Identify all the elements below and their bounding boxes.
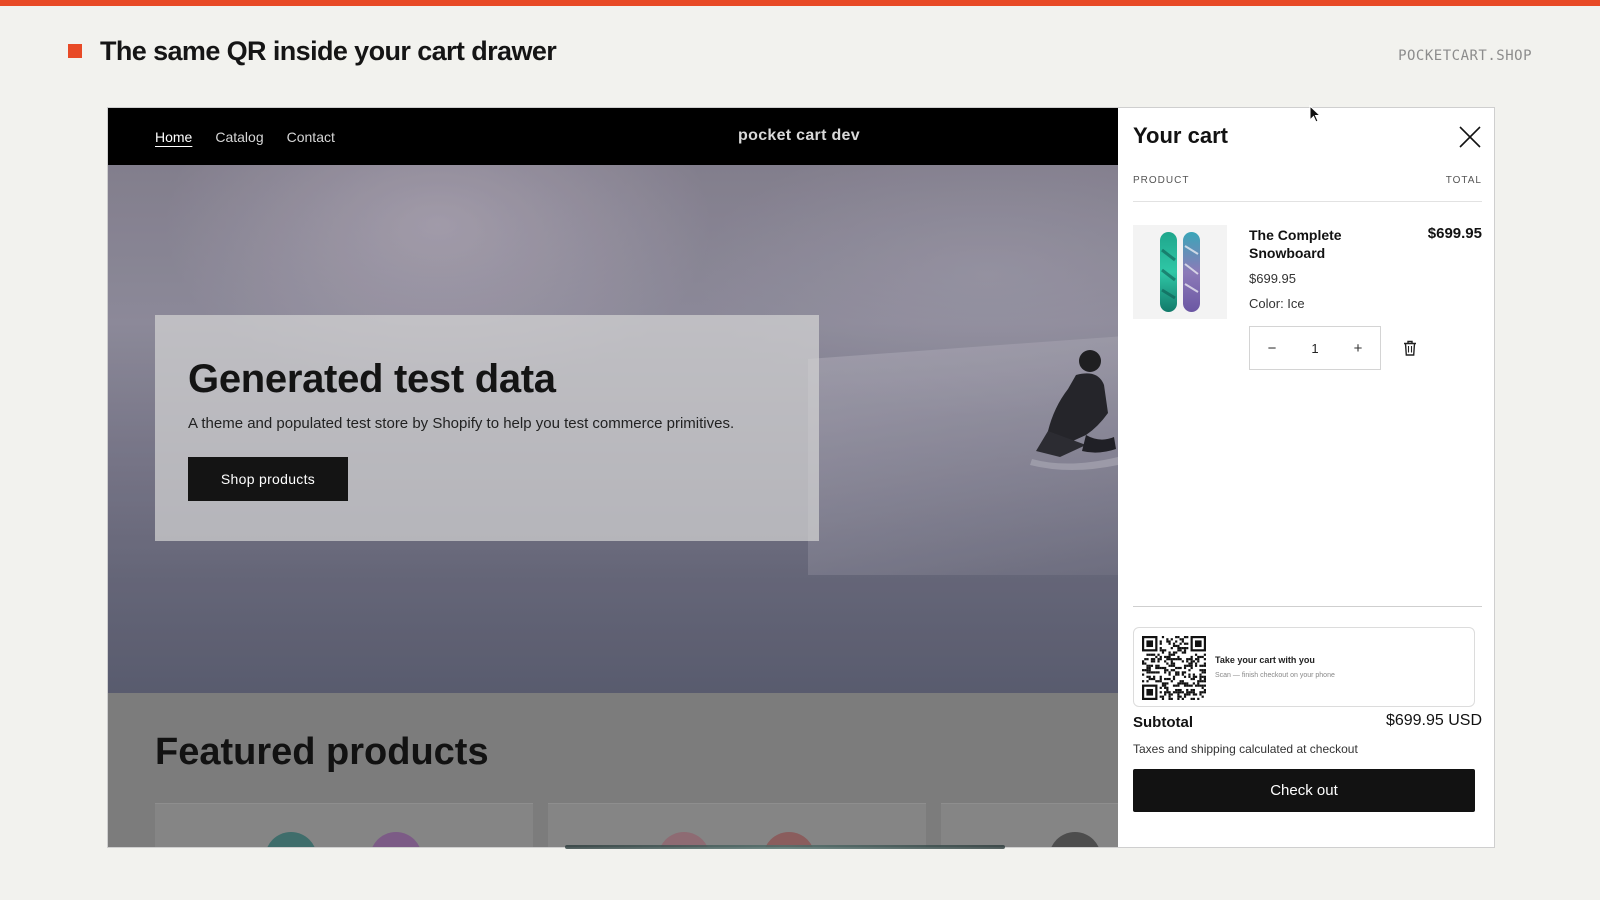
hero-subtitle: A theme and populated test store by Shop… [188, 415, 735, 432]
mouse-cursor-icon [1309, 105, 1321, 123]
bottom-reflection [565, 845, 1005, 849]
decrease-button[interactable]: − [1262, 340, 1282, 357]
item-variant: Color: Ice [1249, 296, 1305, 311]
nav-contact[interactable]: Contact [287, 129, 335, 145]
product-tile[interactable] [155, 803, 533, 847]
divider [1133, 201, 1482, 202]
column-total: TOTAL [1445, 175, 1482, 186]
product-thumb [370, 832, 422, 847]
quantity-value[interactable]: 1 [1311, 341, 1318, 356]
nav-home[interactable]: Home [155, 129, 192, 145]
item-total: $699.95 [1427, 225, 1482, 242]
store-nav: Home Catalog Contact [108, 108, 1118, 165]
tax-note: Taxes and shipping calculated at checkou… [1133, 742, 1358, 756]
qr-title: Take your cart with you [1215, 655, 1315, 665]
product-tile[interactable] [548, 803, 926, 847]
slide-title: The same QR inside your cart drawer [100, 35, 557, 66]
browser-frame: Generated test data A theme and populate… [107, 107, 1495, 848]
hero-card: Generated test data A theme and populate… [155, 315, 819, 541]
increase-button[interactable]: + [1348, 340, 1368, 357]
item-price: $699.95 [1249, 271, 1296, 286]
featured-title: Featured products [155, 731, 489, 773]
qr-card: Take your cart with you Scan — finish ch… [1133, 627, 1475, 707]
checkout-button[interactable]: Check out [1133, 769, 1475, 812]
item-name[interactable]: The Complete Snowboard [1249, 226, 1389, 262]
trash-icon[interactable] [1403, 340, 1417, 356]
hero-title: Generated test data [188, 357, 556, 401]
cart-drawer: Your cart PRODUCT TOTAL The Complete Sno… [1118, 108, 1494, 847]
subtotal-value: $699.95 USD [1385, 712, 1482, 729]
accent-bar [0, 0, 1600, 6]
quantity-stepper: − 1 + [1249, 326, 1381, 370]
shop-products-button[interactable]: Shop products [188, 457, 348, 501]
cart-title: Your cart [1133, 123, 1228, 148]
slide-header: The same QR inside your cart drawer [68, 34, 557, 68]
product-tile[interactable] [941, 803, 1118, 847]
brand-url: POCKETCART.SHOP [1398, 48, 1532, 64]
nav-catalog[interactable]: Catalog [215, 129, 263, 145]
product-thumb [1049, 832, 1101, 847]
storefront: Generated test data A theme and populate… [108, 108, 1118, 847]
bullet-square [68, 44, 82, 58]
featured-section: Featured products [108, 693, 1118, 847]
snowboard-icon [1160, 232, 1200, 312]
nav-links: Home Catalog Contact [155, 129, 335, 145]
subtotal-label: Subtotal [1133, 714, 1193, 731]
divider [1133, 606, 1482, 607]
hero-banner: Generated test data A theme and populate… [108, 165, 1118, 693]
product-thumb [265, 832, 317, 847]
qr-code-icon[interactable] [1142, 636, 1206, 700]
qr-subtitle: Scan — finish checkout on your phone [1215, 672, 1335, 679]
close-icon[interactable] [1457, 124, 1483, 150]
product-image[interactable] [1133, 225, 1227, 319]
column-product: PRODUCT [1133, 175, 1190, 186]
